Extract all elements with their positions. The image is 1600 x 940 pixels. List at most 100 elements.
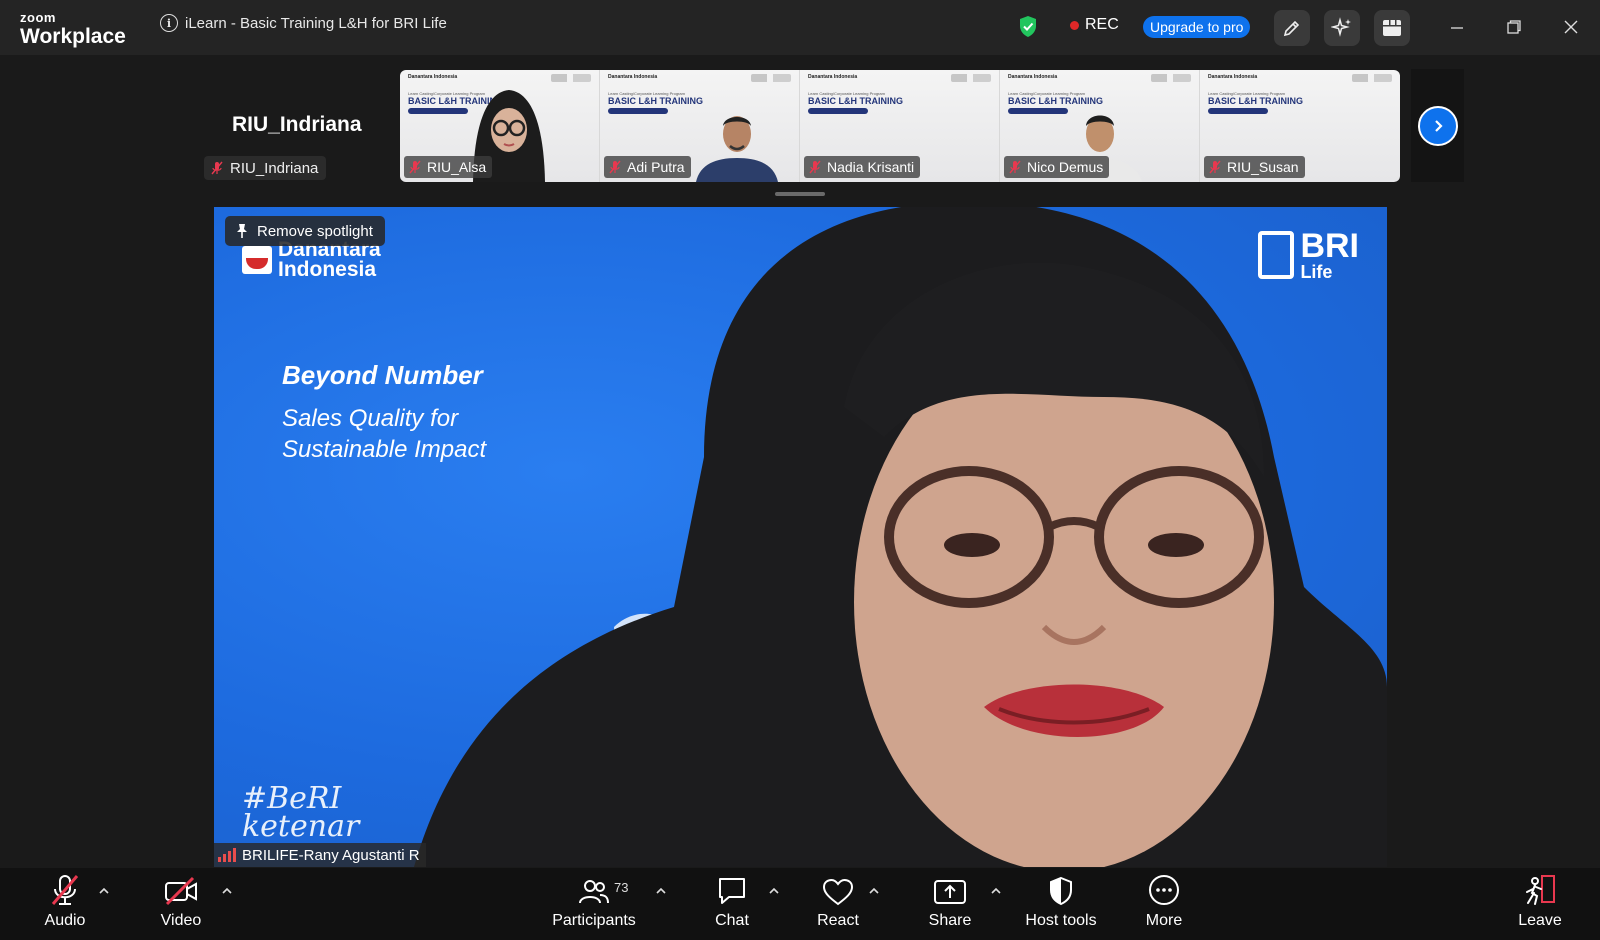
- restore-icon: [1507, 20, 1521, 34]
- video-label: Video: [160, 912, 202, 929]
- heart-icon: [822, 878, 854, 906]
- close-icon: [1564, 20, 1578, 34]
- rec-label: REC: [1085, 16, 1119, 33]
- mic-off-icon: [1009, 160, 1021, 174]
- thumb-banner-logos: [551, 74, 591, 82]
- mic-off-icon: [809, 160, 821, 174]
- minimize-icon: [1451, 27, 1463, 29]
- leave-label: Leave: [1518, 912, 1562, 929]
- signal-strength-icon: [218, 848, 236, 862]
- participants-options-chevron-up-icon[interactable]: [654, 884, 668, 898]
- participant-tile[interactable]: Danantara Indonesia Learn Casting/Corpor…: [400, 70, 600, 182]
- mic-off-icon: [609, 160, 621, 174]
- host-tools-label: Host tools: [1025, 912, 1097, 929]
- upgrade-button[interactable]: Upgrade to pro: [1143, 16, 1251, 38]
- participant-name: RIU_Alsa: [427, 159, 487, 175]
- participant-thumbnails: Danantara Indonesia Learn Casting/Corpor…: [400, 70, 1400, 182]
- thumb-banner-org: Danantara Indonesia: [808, 74, 858, 80]
- thumb-banner-logos: [751, 74, 791, 82]
- share-options-chevron-up-icon[interactable]: [989, 884, 1003, 898]
- leave-door-icon: [1526, 875, 1555, 905]
- thumb-banner-title: BASIC L&H TRAINING: [608, 96, 703, 106]
- sparkle-icon: [1331, 17, 1351, 37]
- minimize-button[interactable]: [1445, 15, 1469, 39]
- encryption-shield-icon[interactable]: [1018, 15, 1038, 38]
- next-page-button[interactable]: [1411, 69, 1464, 182]
- participants-label: Participants: [552, 912, 636, 929]
- annotate-button[interactable]: [1274, 10, 1310, 46]
- participant-name-tag: Nadia Krisanti: [804, 156, 921, 178]
- mic-off-icon: [409, 160, 421, 174]
- thumb-banner-pill: [608, 108, 668, 114]
- more-label: More: [1145, 912, 1183, 929]
- meeting-title: iLearn - Basic Training L&H for BRI Life: [185, 14, 447, 32]
- thumb-banner-pill: [1208, 108, 1268, 114]
- chat-button[interactable]: Chat: [704, 868, 760, 940]
- react-button[interactable]: React: [808, 868, 868, 940]
- participants-icon: [579, 880, 609, 904]
- strip-resize-handle[interactable]: [775, 192, 825, 196]
- restore-button[interactable]: [1502, 15, 1526, 39]
- share-screen-icon: [934, 880, 966, 904]
- participant-tile[interactable]: Danantara Indonesia Learn Casting/Corpor…: [600, 70, 800, 182]
- remove-spotlight-label: Remove spotlight: [257, 222, 373, 240]
- ai-companion-button[interactable]: [1324, 10, 1360, 46]
- apps-button[interactable]: [1374, 10, 1410, 46]
- chevron-right-icon: [1434, 119, 1443, 132]
- thumb-banner-org: Danantara Indonesia: [1208, 74, 1258, 80]
- thumb-banner-logos: [1151, 74, 1191, 82]
- participant-name: Adi Putra: [627, 159, 685, 175]
- zoom-workplace-logo: zoom Workplace: [20, 11, 126, 47]
- danantara-mark: [242, 245, 272, 274]
- video-options-chevron-up-icon[interactable]: [220, 884, 234, 898]
- spotlight-video[interactable]: Remove spotlight Danantara Indonesia BRI…: [214, 207, 1387, 867]
- recording-indicator[interactable]: REC: [1070, 16, 1119, 34]
- share-button[interactable]: Share: [920, 868, 980, 940]
- thumb-banner-org: Danantara Indonesia: [408, 74, 458, 80]
- shield-icon: [1050, 876, 1072, 906]
- info-icon[interactable]: i: [160, 14, 178, 32]
- self-video-label: RIU_Indriana: [204, 156, 327, 180]
- participant-name-tag: Nico Demus: [1004, 156, 1110, 178]
- thumb-banner-logos: [951, 74, 991, 82]
- meeting-title-area[interactable]: i iLearn - Basic Training L&H for BRI Li…: [160, 14, 447, 32]
- thumb-banner-title: BASIC L&H TRAINING: [808, 96, 903, 106]
- more-dots-icon: [1149, 875, 1179, 905]
- more-button[interactable]: More: [1134, 868, 1194, 940]
- leave-button[interactable]: Leave: [1510, 868, 1570, 940]
- host-tools-button[interactable]: Host tools: [1022, 868, 1100, 940]
- audio-button[interactable]: Audio: [34, 868, 96, 940]
- react-options-chevron-up-icon[interactable]: [867, 884, 881, 898]
- thumb-banner-title: BASIC L&H TRAINING: [1008, 96, 1103, 106]
- participant-name: Nadia Krisanti: [827, 159, 915, 175]
- participant-tile[interactable]: Danantara Indonesia Learn Casting/Corpor…: [800, 70, 1000, 182]
- chat-label: Chat: [715, 912, 749, 929]
- audio-options-chevron-up-icon[interactable]: [97, 884, 111, 898]
- participant-name-tag: Adi Putra: [604, 156, 691, 178]
- record-dot-icon: [1070, 20, 1079, 30]
- chat-options-chevron-up-icon[interactable]: [767, 884, 781, 898]
- meeting-toolbar: Audio Video Participants 73 Chat React S…: [0, 868, 1600, 940]
- participants-count: 73: [614, 880, 629, 895]
- participant-avatar: [696, 116, 778, 182]
- participant-name-tag: RIU_Susan: [1204, 156, 1305, 178]
- pencil-icon: [1283, 20, 1300, 37]
- title-bar: zoom Workplace i iLearn - Basic Training…: [0, 0, 1600, 55]
- video-off-icon: [165, 876, 197, 906]
- remove-spotlight-button[interactable]: Remove spotlight: [225, 216, 385, 246]
- speaker-name: BRILIFE-Rany Agustanti R: [242, 846, 420, 864]
- close-button[interactable]: [1559, 15, 1583, 39]
- video-button[interactable]: Video: [150, 868, 212, 940]
- thumb-banner-org: Danantara Indonesia: [608, 74, 658, 80]
- participant-tile[interactable]: Danantara Indonesia Learn Casting/Corpor…: [1200, 70, 1400, 182]
- participants-button[interactable]: Participants: [548, 868, 640, 940]
- chat-bubble-icon: [719, 878, 745, 904]
- logo-workplace-text: Workplace: [20, 25, 126, 48]
- speaker-name-tag: BRILIFE-Rany Agustanti R: [214, 843, 426, 867]
- presenter-video: [414, 207, 1387, 867]
- participant-tile[interactable]: Danantara Indonesia Learn Casting/Corpor…: [1000, 70, 1200, 182]
- logo-zoom-text: zoom: [20, 10, 56, 25]
- slide-hashtag: #BeRI ketenar: [242, 781, 360, 844]
- react-label: React: [817, 912, 859, 929]
- self-video-name: RIU_Indriana: [230, 159, 319, 177]
